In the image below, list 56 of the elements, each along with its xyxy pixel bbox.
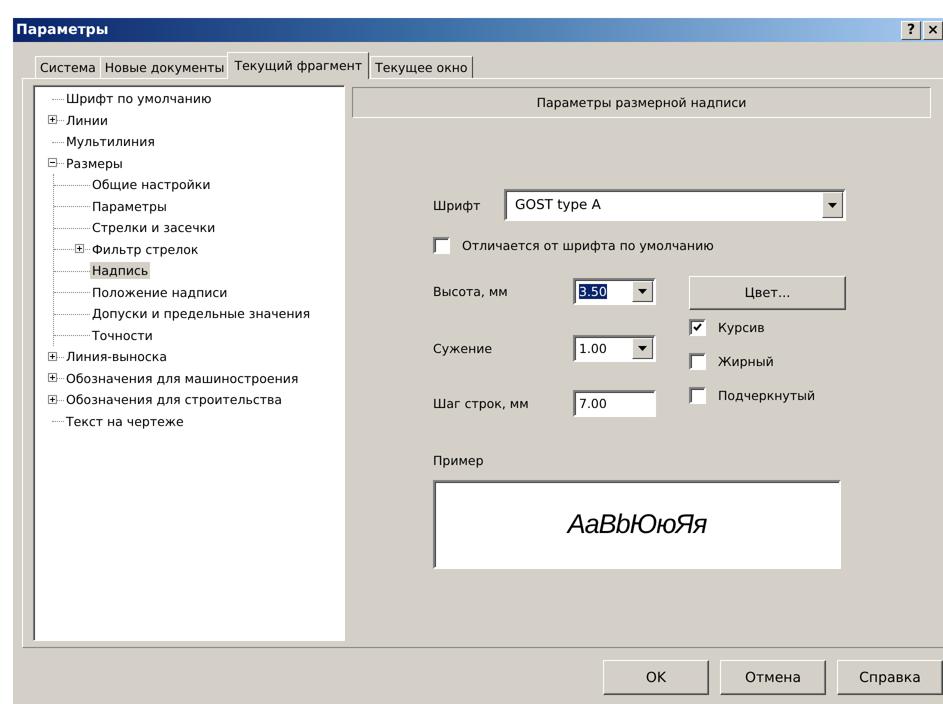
field-label: Пример	[433, 453, 485, 468]
tab[interactable]: Система	[35, 56, 101, 79]
font-dropdown[interactable]: GOST type A	[504, 189, 846, 221]
narrowing-dropdown[interactable]: 1.00	[573, 335, 656, 362]
tree-item[interactable]: Текст на чертеже	[64, 412, 186, 430]
expand-button[interactable]	[75, 244, 84, 254]
dropdown-arrow-icon	[638, 289, 647, 294]
tree-item[interactable]: Параметры	[90, 198, 169, 215]
checkbox-label: Отличается от шрифта по умолчанию	[462, 238, 714, 253]
checkbox[interactable]	[433, 237, 450, 254]
dropdown-arrow-icon	[828, 202, 837, 208]
expand-button[interactable]	[48, 373, 57, 382]
tree-item[interactable]: Точности	[90, 326, 155, 344]
expand-button[interactable]	[48, 352, 57, 361]
checkbox-label: Подчеркнутый	[718, 388, 816, 402]
section-header: Параметры размерной надписи	[352, 87, 931, 118]
field-label: Сужение	[433, 341, 494, 356]
dialog-button[interactable]: OK	[603, 660, 709, 695]
checkbox[interactable]	[689, 386, 706, 404]
tree-item[interactable]: Обозначения для машиностроения	[64, 370, 300, 387]
dropdown-arrow-icon	[638, 346, 647, 351]
field-label: Высота, мм	[433, 284, 509, 299]
color-button[interactable]: Цвет...	[689, 276, 846, 310]
expand-button[interactable]	[48, 115, 57, 124]
sample-text: AaBbЮюЯя	[568, 509, 706, 540]
field-label: Шрифт	[433, 198, 482, 212]
tree-item[interactable]: Фильтр стрелок	[90, 240, 200, 258]
dialog-button[interactable]: Справка	[837, 660, 943, 695]
dialog-button[interactable]: Отмена	[720, 660, 826, 695]
window-title: Параметры	[16, 22, 110, 38]
tree-item[interactable]: Линия-выноска	[64, 348, 169, 366]
close-button[interactable]: ×	[923, 20, 943, 40]
field-label: Шаг строк, мм	[433, 396, 530, 411]
tree-item[interactable]: Размеры	[64, 154, 125, 172]
checkbox-label: Жирный	[718, 354, 774, 368]
tree-item[interactable]: Стрелки и засечки	[90, 219, 218, 236]
collapse-button[interactable]	[48, 158, 57, 168]
height-dropdown[interactable]: 3.50	[573, 278, 656, 305]
tree-item[interactable]: Мультилиния	[64, 133, 157, 150]
help-button[interactable]: ?	[901, 20, 921, 40]
expand-button[interactable]	[48, 394, 57, 404]
tree-item[interactable]: Обозначения для строительства	[64, 391, 284, 408]
checkbox[interactable]	[689, 318, 706, 336]
tree-item[interactable]: Линии	[64, 112, 110, 129]
tree-item[interactable]: Общие настройки	[90, 176, 212, 194]
tab[interactable]: Новые документы	[100, 56, 230, 79]
checkbox-label: Курсив	[718, 320, 765, 334]
checkbox[interactable]	[689, 352, 706, 370]
tab[interactable]: Текущее окно	[370, 56, 473, 79]
line-step-field[interactable]: 7.00	[573, 390, 656, 417]
tree-item[interactable]: Допуски и предельные значения	[90, 305, 312, 322]
tree-item[interactable]: Надпись	[90, 262, 150, 280]
checkmark-icon	[693, 323, 702, 331]
tree-item[interactable]: Шрифт по умолчанию	[64, 90, 214, 108]
tab[interactable]: Текущий фрагмент	[227, 52, 370, 79]
tree-item[interactable]: Положение надписи	[90, 284, 230, 301]
